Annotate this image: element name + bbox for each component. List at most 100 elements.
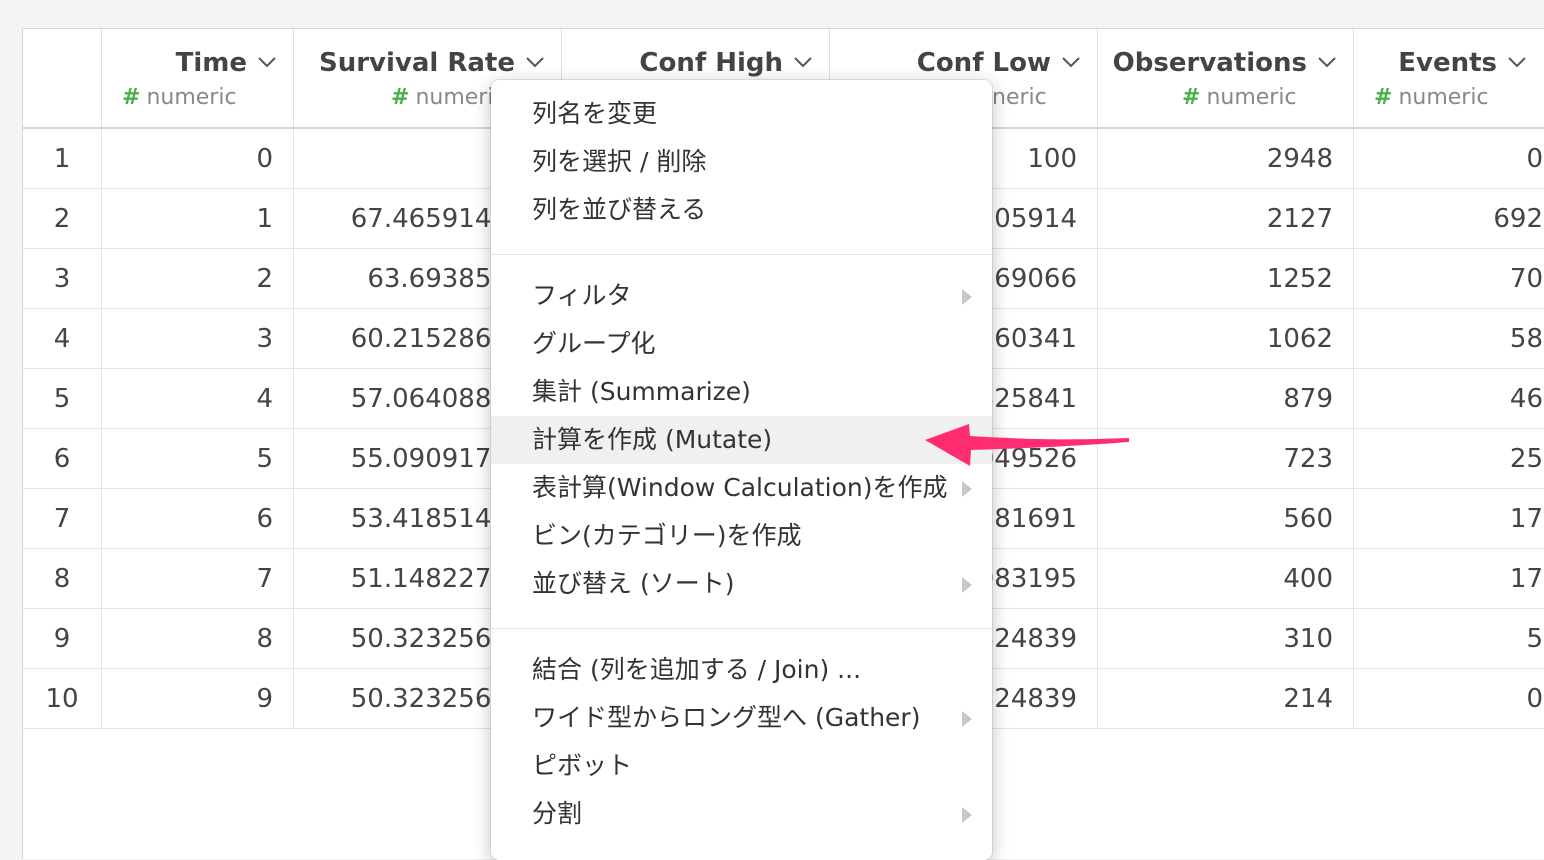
header-events-type: # numeric (1374, 85, 1489, 110)
menu-item-label: フィルタ (532, 281, 632, 310)
cell-events[interactable]: 58 (1354, 309, 1544, 369)
cell-obs[interactable]: 2948 (1098, 129, 1354, 189)
header-events[interactable]: Events # numeric (1354, 29, 1544, 129)
header-events-label: Events (1398, 48, 1497, 78)
cell-obs[interactable]: 879 (1098, 369, 1354, 429)
cell-idx[interactable]: 2 (23, 189, 102, 249)
numeric-hash-icon: # (1374, 85, 1393, 110)
cell-events[interactable]: 692 (1354, 189, 1544, 249)
numeric-hash-icon: # (1182, 85, 1201, 110)
menu-item-label: ワイド型からロング型へ (Gather) (532, 703, 921, 732)
cell-idx[interactable]: 4 (23, 309, 102, 369)
cell-events[interactable]: 25 (1354, 429, 1544, 489)
cell-time[interactable]: 0 (102, 129, 294, 189)
cell-idx[interactable]: 10 (23, 669, 102, 729)
header-observations[interactable]: Observations # numeric (1098, 29, 1354, 129)
cell-time[interactable]: 8 (102, 609, 294, 669)
cell-idx[interactable]: 7 (23, 489, 102, 549)
cell-obs[interactable]: 1252 (1098, 249, 1354, 309)
menu-item-6[interactable]: 計算を作成 (Mutate) (491, 416, 992, 464)
menu-item-1[interactable]: 列を選択 / 削除 (491, 138, 992, 186)
cell-time[interactable]: 4 (102, 369, 294, 429)
menu-item-label: 表計算(Window Calculation)を作成 (532, 473, 948, 502)
menu-item-2[interactable]: 列を並び替える (491, 186, 992, 234)
header-survival-type: # numeri (391, 85, 494, 110)
cell-obs[interactable]: 1062 (1098, 309, 1354, 369)
header-conf-high-label: Conf High (639, 48, 783, 78)
header-conf-low-type: neric (992, 85, 1047, 110)
menu-item-label: 並び替え (ソート) (532, 569, 735, 598)
menu-item-label: 結合 (列を追加する / Join) ... (532, 655, 862, 684)
menu-item-10[interactable]: 結合 (列を追加する / Join) ... (491, 646, 992, 694)
cell-time[interactable]: 7 (102, 549, 294, 609)
header-time-label: Time (175, 48, 247, 78)
numeric-hash-icon: # (391, 85, 410, 110)
submenu-arrow-icon (962, 711, 972, 727)
cell-events[interactable]: 5 (1354, 609, 1544, 669)
cell-events[interactable]: 17 (1354, 489, 1544, 549)
cell-events[interactable]: 46 (1354, 369, 1544, 429)
chevron-down-icon[interactable] (525, 55, 545, 69)
cell-obs[interactable]: 560 (1098, 489, 1354, 549)
menu-item-label: 分割 (532, 799, 583, 828)
header-observations-type: # numeric (1182, 85, 1297, 110)
cell-events[interactable]: 17 (1354, 549, 1544, 609)
chevron-down-icon[interactable] (793, 55, 813, 69)
cell-events[interactable]: 0 (1354, 669, 1544, 729)
numeric-hash-icon: # (122, 85, 141, 110)
header-observations-label: Observations (1112, 48, 1307, 78)
chevron-down-icon[interactable] (1507, 55, 1527, 69)
menu-item-label: グループ化 (532, 329, 656, 358)
cell-obs[interactable]: 723 (1098, 429, 1354, 489)
menu-item-11[interactable]: ワイド型からロング型へ (Gather) (491, 694, 992, 742)
column-context-menu: 列名を変更列を選択 / 削除 列を並び替える フィルタグループ化集計 (Summar… (491, 80, 992, 860)
cell-time[interactable]: 5 (102, 429, 294, 489)
cell-time[interactable]: 9 (102, 669, 294, 729)
cell-obs[interactable]: 214 (1098, 669, 1354, 729)
cell-events[interactable]: 70 (1354, 249, 1544, 309)
menu-item-5[interactable]: 集計 (Summarize) (491, 368, 992, 416)
cell-obs[interactable]: 2127 (1098, 189, 1354, 249)
header-time[interactable]: Time # numeric (102, 29, 294, 129)
menu-item-9[interactable]: 並び替え (ソート) (491, 560, 992, 608)
menu-item-3[interactable]: フィルタ (491, 272, 992, 320)
cell-time[interactable]: 6 (102, 489, 294, 549)
cell-obs[interactable]: 310 (1098, 609, 1354, 669)
chevron-down-icon[interactable] (1317, 55, 1337, 69)
cell-time[interactable]: 2 (102, 249, 294, 309)
cell-idx[interactable]: 1 (23, 129, 102, 189)
submenu-arrow-icon (962, 481, 972, 497)
annotation-arrow-icon (925, 424, 1129, 466)
cell-obs[interactable]: 400 (1098, 549, 1354, 609)
cell-idx[interactable]: 5 (23, 369, 102, 429)
menu-item-label: ピボット (532, 751, 633, 780)
menu-separator (491, 254, 992, 255)
cell-time[interactable]: 3 (102, 309, 294, 369)
submenu-arrow-icon (962, 289, 972, 305)
menu-item-label: 列を選択 / 削除 (532, 147, 707, 176)
cell-idx[interactable]: 3 (23, 249, 102, 309)
header-survival-label: Survival Rate (318, 48, 515, 78)
menu-item-7[interactable]: 表計算(Window Calculation)を作成 (491, 464, 992, 512)
cell-idx[interactable]: 9 (23, 609, 102, 669)
header-conf-low-label: Conf Low (916, 48, 1051, 78)
chevron-down-icon[interactable] (257, 55, 277, 69)
header-index (23, 29, 102, 129)
menu-item-13[interactable]: 分割 (491, 790, 992, 838)
menu-item-label: 列名を変更 (532, 99, 658, 128)
menu-item-4[interactable]: グループ化 (491, 320, 992, 368)
cell-time[interactable]: 1 (102, 189, 294, 249)
menu-item-label: 集計 (Summarize) (532, 377, 751, 406)
chevron-down-icon[interactable] (1061, 55, 1081, 69)
menu-item-0[interactable]: 列名を変更 (491, 90, 992, 138)
menu-item-label: 計算を作成 (Mutate) (532, 425, 773, 454)
submenu-arrow-icon (962, 807, 972, 823)
menu-separator (491, 628, 992, 629)
cell-idx[interactable]: 8 (23, 549, 102, 609)
cell-events[interactable]: 0 (1354, 129, 1544, 189)
header-time-type: # numeric (122, 85, 237, 110)
menu-item-8[interactable]: ビン(カテゴリー)を作成 (491, 512, 992, 560)
cell-idx[interactable]: 6 (23, 429, 102, 489)
menu-item-12[interactable]: ピボット (491, 742, 992, 790)
menu-item-label: 列を並び替える (532, 195, 707, 224)
